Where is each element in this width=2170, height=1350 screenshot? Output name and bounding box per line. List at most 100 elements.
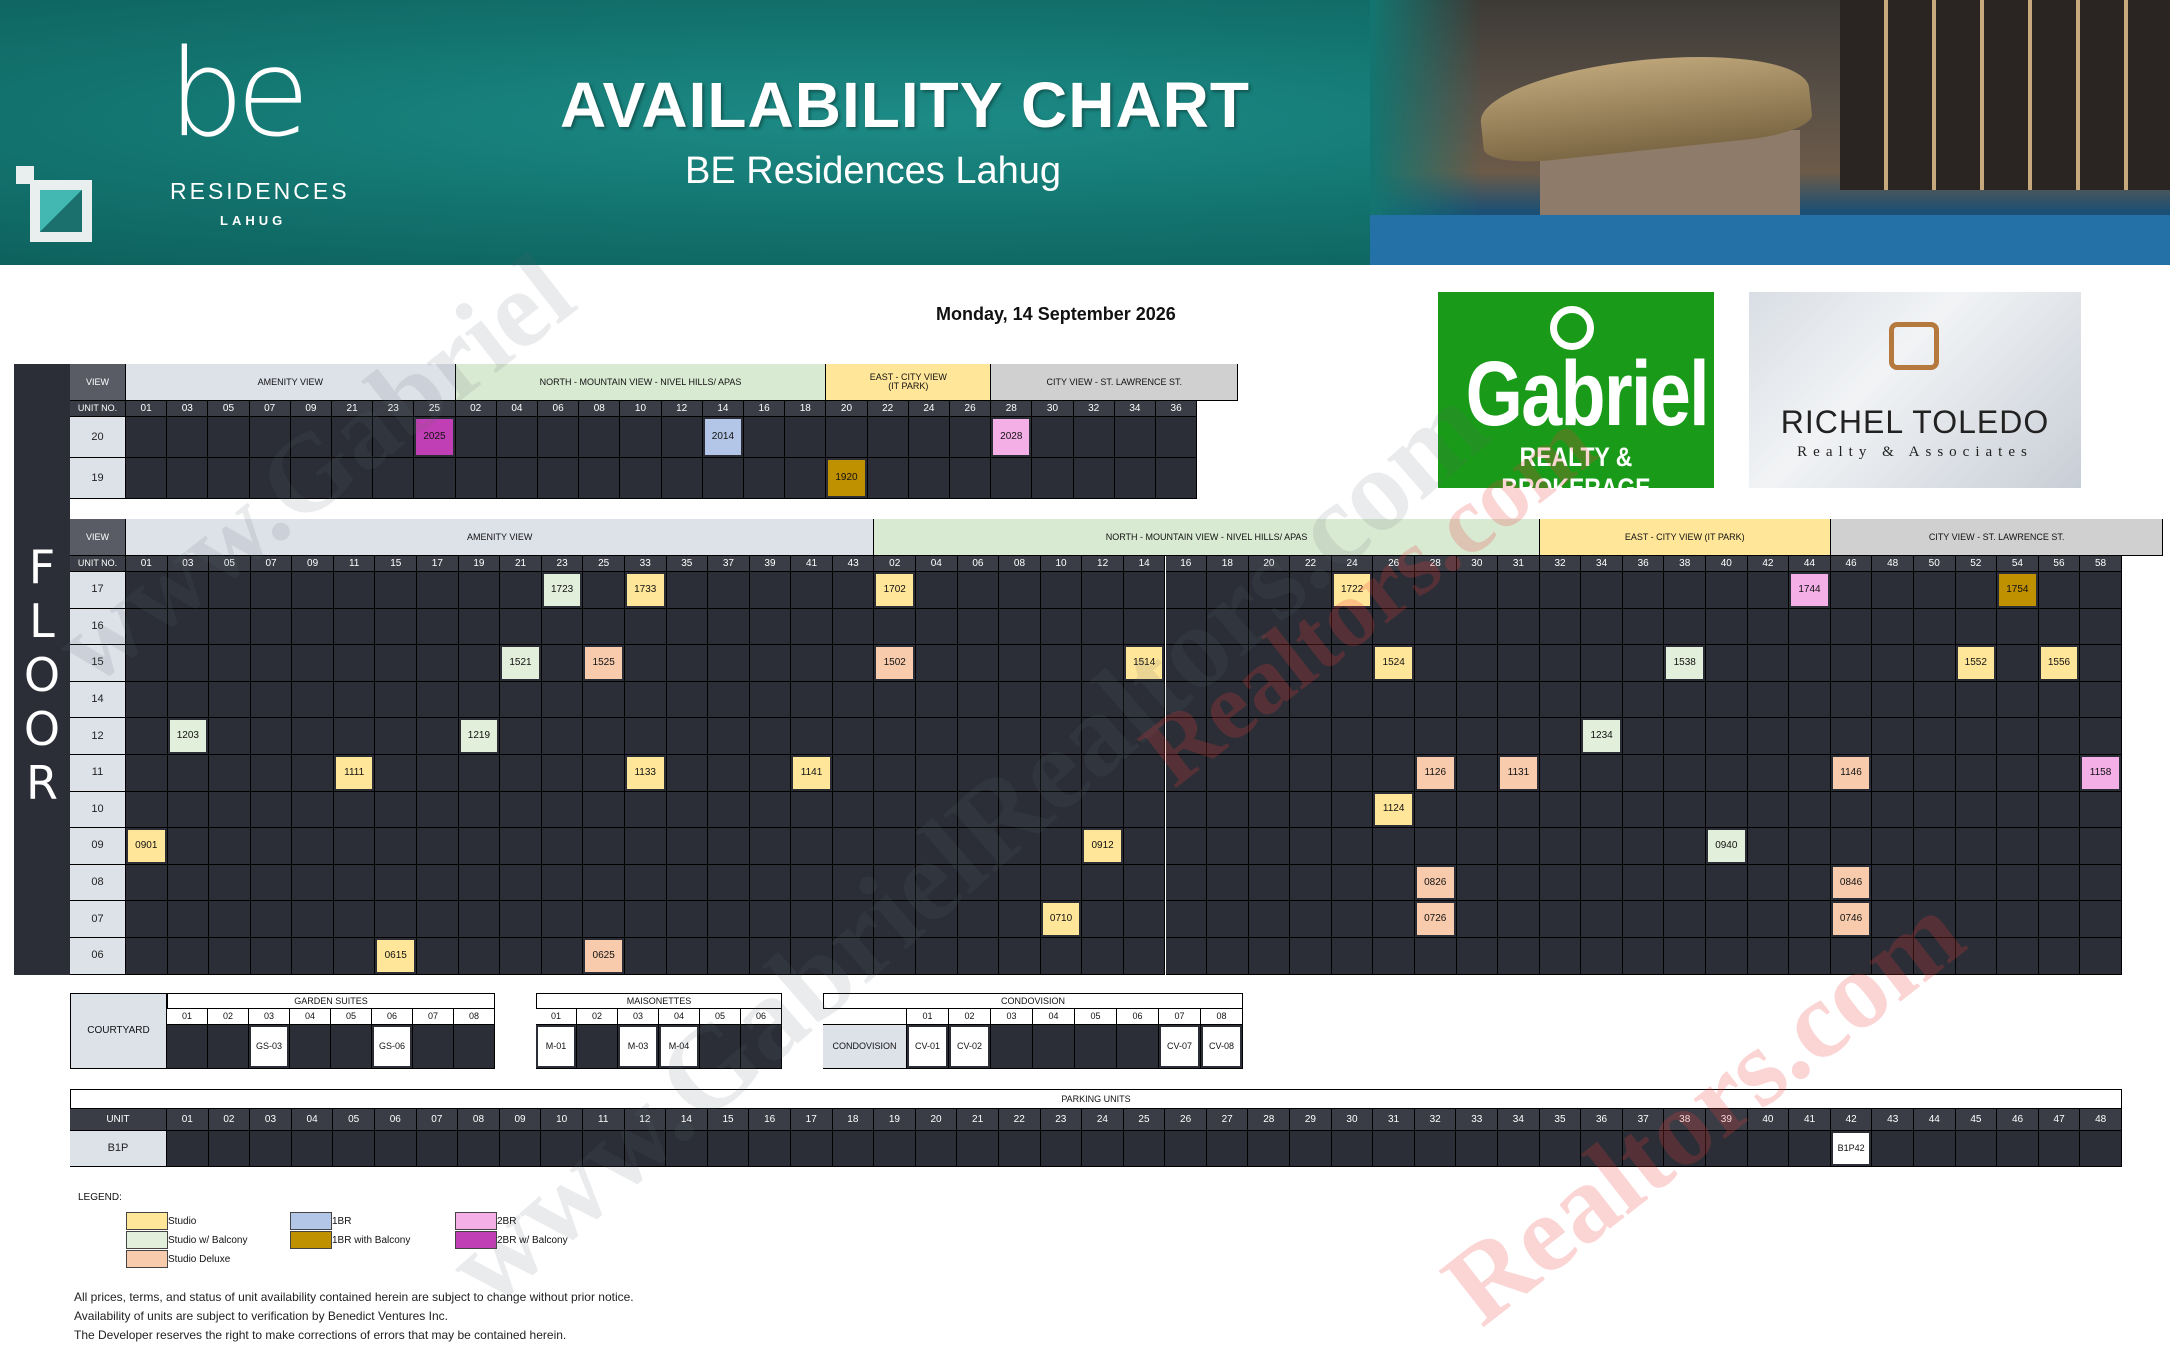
unit-number-header: 12 xyxy=(1082,556,1124,572)
available-unit[interactable]: 1552 xyxy=(1955,645,1998,682)
empty-cell xyxy=(373,417,415,458)
available-unit[interactable]: 1502 xyxy=(874,645,917,682)
empty-cell xyxy=(333,791,376,829)
empty-cell xyxy=(375,572,418,609)
available-unit[interactable]: 2028 xyxy=(991,417,1033,458)
empty-cell xyxy=(2080,938,2122,975)
available-unit[interactable]: 1133 xyxy=(624,755,667,792)
available-unit[interactable]: 2025 xyxy=(414,417,456,458)
empty-cell xyxy=(1248,864,1291,902)
available-unit[interactable]: M-03 xyxy=(618,1025,659,1069)
available-unit[interactable]: 1126 xyxy=(1414,755,1457,792)
available-unit[interactable]: CV-02 xyxy=(949,1025,991,1069)
empty-cell xyxy=(1622,755,1665,792)
available-unit[interactable]: 1124 xyxy=(1373,791,1415,829)
floor-vertical-label: F L O O R xyxy=(14,540,70,810)
available-unit[interactable]: 0625 xyxy=(583,938,625,975)
unit-number-header: 24 xyxy=(908,401,950,417)
empty-cell xyxy=(1075,1025,1117,1069)
empty-cell xyxy=(1082,864,1124,902)
available-unit[interactable]: 1111 xyxy=(333,755,376,792)
available-unit[interactable]: 1525 xyxy=(583,645,625,682)
unit-number-header: 02 xyxy=(208,1009,249,1025)
empty-cell xyxy=(1040,864,1083,902)
empty-cell xyxy=(708,938,750,975)
available-unit[interactable]: 0726 xyxy=(1414,901,1457,938)
unit-number-header: 07 xyxy=(413,1009,454,1025)
available-unit[interactable]: 1754 xyxy=(1997,572,2039,609)
available-unit[interactable]: 0615 xyxy=(375,938,418,975)
empty-cell xyxy=(2038,718,2081,755)
unit-number-header: 54 xyxy=(1997,556,2039,572)
empty-cell xyxy=(1913,791,1956,829)
available-unit[interactable]: CV-01 xyxy=(907,1025,949,1069)
available-unit[interactable]: 1141 xyxy=(791,755,833,792)
unit-number-header: 33 xyxy=(1456,1109,1499,1131)
available-unit[interactable]: CV-07 xyxy=(1159,1025,1201,1069)
available-unit[interactable]: 0710 xyxy=(1040,901,1083,938)
empty-cell xyxy=(499,1131,542,1167)
empty-cell xyxy=(1581,681,1623,719)
available-unit[interactable]: 1146 xyxy=(1830,755,1873,792)
empty-cell xyxy=(375,718,418,755)
empty-cell xyxy=(375,791,418,829)
available-unit[interactable]: 1733 xyxy=(624,572,667,609)
empty-cell xyxy=(375,901,418,938)
floor-number: 15 xyxy=(70,645,126,682)
empty-cell xyxy=(832,1131,875,1167)
empty-cell xyxy=(1331,681,1374,719)
available-unit[interactable]: 1556 xyxy=(2038,645,2081,682)
empty-cell xyxy=(2080,718,2122,755)
floor-number: 12 xyxy=(70,718,126,755)
unit-number-header: 01 xyxy=(126,401,168,417)
empty-cell xyxy=(250,791,293,829)
available-unit[interactable]: 1920 xyxy=(826,458,868,499)
available-unit[interactable]: 1158 xyxy=(2080,755,2122,792)
empty-cell xyxy=(583,901,625,938)
available-unit[interactable]: 1203 xyxy=(167,718,210,755)
unit-number-header: 11 xyxy=(333,556,376,572)
available-unit[interactable]: 1744 xyxy=(1789,572,1831,609)
available-unit[interactable]: CV-08 xyxy=(1201,1025,1243,1069)
available-unit[interactable]: 0746 xyxy=(1830,901,1873,938)
available-unit[interactable]: 1702 xyxy=(874,572,917,609)
available-unit[interactable]: 0826 xyxy=(1414,864,1457,902)
available-unit[interactable]: GS-03 xyxy=(249,1025,290,1069)
available-unit[interactable]: 2014 xyxy=(702,417,744,458)
unit-number-header: 21 xyxy=(332,401,374,417)
available-unit[interactable]: M-01 xyxy=(536,1025,577,1069)
available-unit[interactable]: 1722 xyxy=(1331,572,1374,609)
floor-letter: F xyxy=(28,540,56,594)
empty-cell xyxy=(957,828,1000,865)
available-unit[interactable]: 1234 xyxy=(1581,718,1623,755)
unit-number-header: 18 xyxy=(832,1109,875,1131)
empty-cell xyxy=(1872,938,1914,975)
empty-cell xyxy=(1414,681,1457,719)
available-unit[interactable]: 1131 xyxy=(1498,755,1540,792)
empty-cell xyxy=(541,864,584,902)
available-unit[interactable]: 1538 xyxy=(1664,645,1707,682)
available-unit[interactable]: M-04 xyxy=(659,1025,700,1069)
available-unit[interactable]: B1P42 xyxy=(1830,1131,1873,1167)
empty-cell xyxy=(458,1131,500,1167)
unit-number-header: 17 xyxy=(417,556,459,572)
logo-square-icon xyxy=(16,166,92,242)
available-unit[interactable]: 1521 xyxy=(500,645,542,682)
available-unit[interactable]: 0901 xyxy=(126,828,168,865)
available-unit[interactable]: 1723 xyxy=(541,572,584,609)
empty-cell xyxy=(1082,645,1124,682)
empty-cell xyxy=(500,608,542,646)
empty-cell xyxy=(791,864,833,902)
available-unit[interactable]: GS-06 xyxy=(372,1025,413,1069)
empty-cell xyxy=(500,828,542,865)
available-unit[interactable]: 1514 xyxy=(1123,645,1166,682)
empty-cell xyxy=(1955,1131,1998,1167)
empty-cell xyxy=(167,681,210,719)
available-unit[interactable]: 0912 xyxy=(1082,828,1124,865)
available-unit[interactable]: 0940 xyxy=(1706,828,1748,865)
empty-cell xyxy=(1207,901,1249,938)
unit-number-header: 03 xyxy=(991,1009,1033,1025)
available-unit[interactable]: 1524 xyxy=(1373,645,1415,682)
available-unit[interactable]: 0846 xyxy=(1830,864,1873,902)
available-unit[interactable]: 1219 xyxy=(458,718,501,755)
